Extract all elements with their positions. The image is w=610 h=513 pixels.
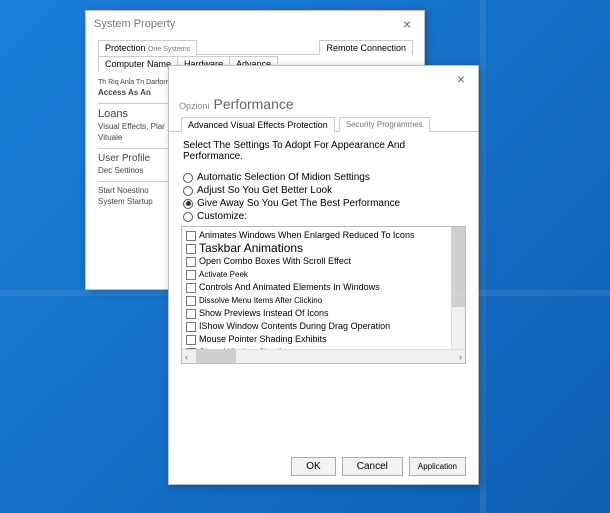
button-row: OK Cancel Application [291,457,466,476]
radio-icon [183,212,193,222]
tab-security[interactable]: Security Programmes [339,117,430,132]
cancel-button[interactable]: Cancel [342,457,403,476]
effects-listbox[interactable]: Animates Windows When Enlarged Reduced T… [181,226,466,364]
checkbox-icon[interactable] [186,283,196,293]
radio-icon [183,186,193,196]
horizontal-scrollbar[interactable]: ‹ › [182,349,465,363]
list-item[interactable]: Taskbar Animations [186,242,461,255]
radio-icon [183,199,193,209]
list-item[interactable]: Activate Peek [186,268,461,281]
titlebar: × [169,66,478,92]
window-title: System Property [94,18,175,30]
tab-visual-effects[interactable]: Advanced Visual Effects Protection [181,117,335,132]
scroll-right-icon[interactable]: › [459,352,462,362]
ok-button[interactable]: OK [291,457,335,476]
instruction-text: Select The Settings To Adopt For Appeara… [169,132,478,170]
radio-best-performance[interactable]: Give Away So You Get The Best Performanc… [183,198,464,209]
title-main: Performance [214,96,294,112]
list-item[interactable]: Dissolve Menu Items After Clickino [186,294,461,307]
tab-computer-name[interactable]: Computer Name [98,56,178,71]
list-item[interactable]: Controls And Animated Elements In Window… [186,281,461,294]
checkbox-icon[interactable] [186,270,196,280]
checkbox-icon[interactable] [186,244,196,254]
tabs: Advanced Visual Effects Protection Secur… [169,116,478,132]
scroll-left-icon[interactable]: ‹ [185,352,188,362]
checkbox-icon[interactable] [186,335,196,345]
apply-button[interactable]: Application [409,457,466,476]
list-inner: Animates Windows When Enlarged Reduced T… [182,227,465,349]
radio-group: Automatic Selection Of Midion Settings A… [169,172,478,222]
list-item[interactable]: Show Previews Instead Of Icons [186,307,461,320]
tab-protection[interactable]: Protection One Systems [98,40,197,55]
radio-icon [183,173,193,183]
list-item[interactable]: Mouse Pointer Shading Exhibits [186,333,461,346]
radio-customize[interactable]: Customize: [183,211,464,222]
list-item[interactable]: IShow Window Contents During Drag Operat… [186,320,461,333]
checkbox-icon[interactable] [186,309,196,319]
titlebar: System Property × [86,11,424,37]
radio-better-look[interactable]: Adjust So You Get Better Look [183,185,464,196]
close-icon[interactable]: × [398,15,416,33]
scrollbar-thumb[interactable] [196,349,236,363]
radio-auto[interactable]: Automatic Selection Of Midion Settings [183,172,464,183]
tab-remote[interactable]: Remote Connection [319,40,413,55]
tabs-row-1: Protection One Systems Remote Connection [98,39,412,55]
dialog-title: Opzioni Performance [169,92,478,116]
title-prefix: Opzioni [179,101,210,111]
checkbox-icon[interactable] [186,296,196,306]
checkbox-icon[interactable] [186,257,196,267]
checkbox-icon[interactable] [186,322,196,332]
vertical-scrollbar[interactable] [451,227,465,349]
close-icon[interactable]: × [452,70,470,88]
performance-options-window: × Opzioni Performance Advanced Visual Ef… [168,65,479,485]
scrollbar-thumb[interactable] [451,227,465,307]
list-item[interactable]: Open Combo Boxes With Scroll Effect [186,255,461,268]
checkbox-icon[interactable] [186,231,196,241]
